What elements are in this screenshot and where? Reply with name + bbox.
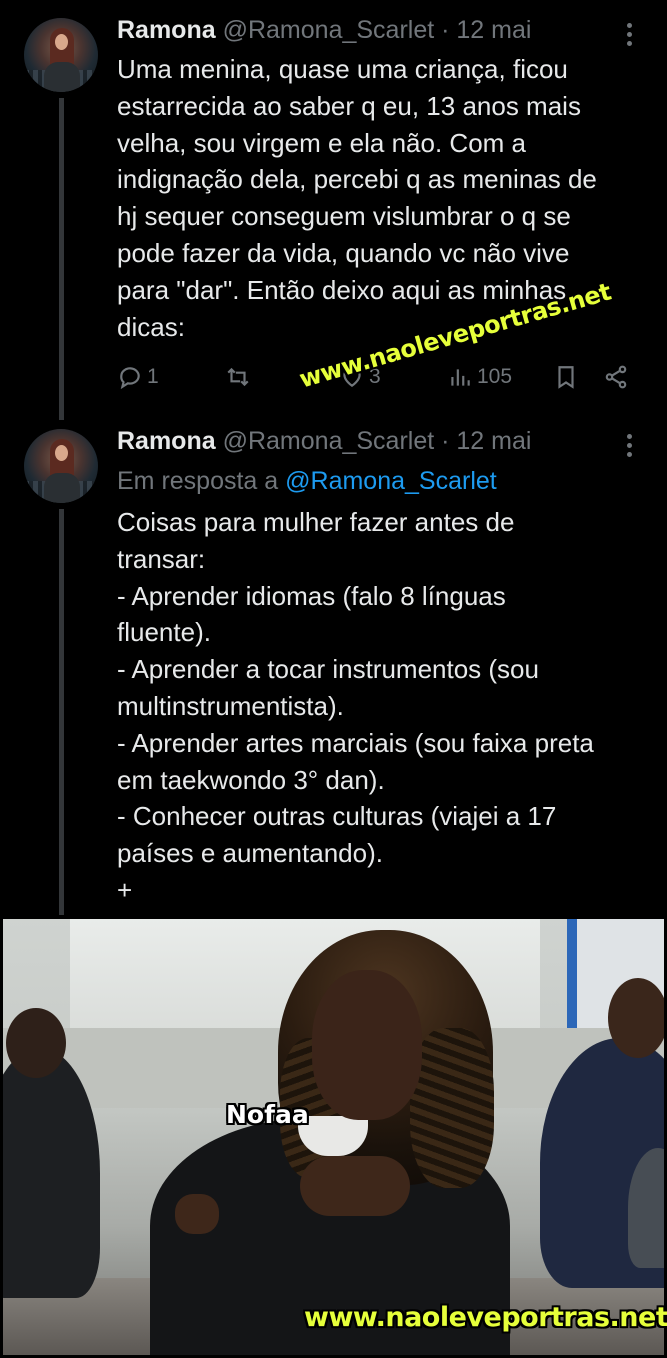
views-button[interactable]: 105	[447, 360, 512, 394]
thread-line	[59, 98, 64, 420]
meme-image	[0, 918, 667, 1358]
avatar[interactable]	[24, 18, 98, 92]
thread-line	[59, 509, 64, 915]
tweet-header: Ramona @Ramona_Scarlet · 12 mai	[117, 15, 531, 45]
bookmark-icon	[558, 366, 574, 389]
views-count: 105	[477, 365, 513, 388]
bookmark-button[interactable]	[553, 360, 579, 394]
reply-count: 1	[147, 365, 159, 388]
reply-icon	[120, 367, 140, 390]
meme-caption: Nofaa	[226, 1100, 309, 1129]
more-options-icon[interactable]	[627, 23, 633, 46]
views-icon	[451, 369, 470, 386]
more-options-icon[interactable]	[627, 434, 633, 457]
author-handle[interactable]: @Ramona_Scarlet · 12 mai	[223, 16, 532, 44]
author-name[interactable]: Ramona	[117, 16, 216, 44]
reply-button[interactable]: 1	[117, 360, 159, 394]
author-name[interactable]: Ramona	[117, 427, 216, 455]
reply-mention-link[interactable]: @Ramona_Scarlet	[285, 467, 497, 495]
share-button[interactable]	[603, 360, 629, 394]
avatar[interactable]	[24, 429, 98, 503]
share-icon	[605, 365, 627, 389]
retweet-icon	[227, 367, 249, 387]
reply-context: Em resposta a @Ramona_Scarlet	[117, 466, 497, 496]
tweet-header: Ramona @Ramona_Scarlet · 12 mai	[117, 426, 531, 456]
screenshot-frame: Ramona @Ramona_Scarlet · 12 mai Uma meni…	[0, 0, 667, 1358]
tweet-2[interactable]: Ramona @Ramona_Scarlet · 12 mai Em respo…	[0, 420, 667, 915]
author-handle[interactable]: @Ramona_Scarlet · 12 mai	[223, 427, 532, 455]
watermark-bottom: www.naoleveportras.net	[304, 1302, 667, 1333]
tweet-text: Coisas para mulher fazer antes de transa…	[117, 507, 594, 905]
reply-prefix: Em resposta a	[117, 467, 279, 495]
retweet-button[interactable]	[225, 360, 251, 394]
